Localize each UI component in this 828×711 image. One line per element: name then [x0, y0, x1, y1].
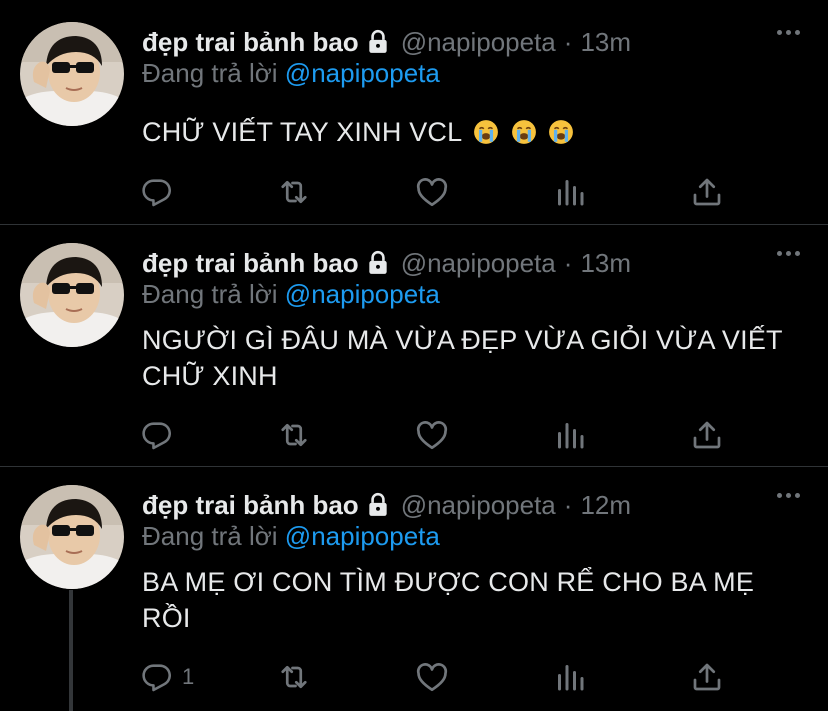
analytics-icon [552, 174, 588, 210]
reply-button[interactable] [140, 415, 182, 455]
user-handle[interactable]: @napipopeta [401, 490, 556, 521]
retweet-button[interactable] [276, 172, 312, 212]
retweet-icon [276, 174, 312, 210]
tweet-2[interactable]: đẹp trai bảnh bao @napipopeta · 13m Đang… [0, 225, 828, 465]
display-name[interactable]: đẹp trai bảnh bao [142, 490, 359, 521]
lock-icon [365, 492, 391, 518]
share-button[interactable] [689, 172, 725, 212]
share-button[interactable] [689, 415, 725, 455]
lock-icon [365, 29, 391, 55]
mention-link[interactable]: @napipopeta [285, 279, 440, 309]
tweet-text: BA MẸ ƠI CON TÌM ĐƯỢC CON RỂ CHO BA MẸ R… [142, 567, 755, 633]
timestamp[interactable]: 13m [580, 27, 631, 58]
replying-to: Đang trả lời @napipopeta [142, 279, 440, 310]
like-icon [414, 417, 450, 453]
reply-count: 1 [182, 664, 195, 689]
analytics-button[interactable] [552, 657, 588, 697]
timestamp[interactable]: 12m [580, 490, 631, 521]
share-icon [689, 174, 725, 210]
analytics-icon [552, 659, 588, 695]
like-button[interactable] [414, 172, 450, 212]
tweet-header: đẹp trai bảnh bao @napipopeta · 13m [142, 24, 631, 60]
analytics-button[interactable] [552, 415, 588, 455]
mention-link[interactable]: @napipopeta [285, 521, 440, 551]
more-icon[interactable] [777, 30, 800, 35]
display-name[interactable]: đẹp trai bảnh bao [142, 27, 359, 58]
share-button[interactable] [689, 657, 725, 697]
display-name[interactable]: đẹp trai bảnh bao [142, 248, 359, 279]
tweet-actions: 1 [0, 657, 828, 697]
more-icon[interactable] [777, 251, 800, 256]
replying-prefix: Đang trả lời [142, 58, 278, 88]
tweet-1[interactable]: đẹp trai bảnh bao @napipopeta · 13m Đang… [0, 0, 828, 224]
avatar[interactable] [20, 243, 124, 347]
like-icon [414, 659, 450, 695]
loudly-crying-face-icon [473, 118, 499, 154]
replying-prefix: Đang trả lời [142, 521, 278, 551]
share-icon [689, 417, 725, 453]
avatar[interactable] [20, 22, 124, 126]
timestamp[interactable]: 13m [580, 248, 631, 279]
mention-link[interactable]: @napipopeta [285, 58, 440, 88]
separator: · [563, 489, 573, 520]
reply-icon [140, 418, 174, 452]
more-icon[interactable] [777, 493, 800, 498]
tweet-actions [0, 415, 828, 455]
retweet-icon [276, 417, 312, 453]
tweet-text: CHỮ VIẾT TAY XINH VCL [142, 114, 802, 154]
retweet-button[interactable] [276, 415, 312, 455]
user-handle[interactable]: @napipopeta [401, 27, 556, 58]
share-icon [689, 659, 725, 695]
loudly-crying-face-icon [511, 118, 537, 154]
tweet-3[interactable]: đẹp trai bảnh bao @napipopeta · 12m Đang… [0, 467, 828, 711]
like-button[interactable] [414, 657, 450, 697]
reply-button[interactable] [140, 172, 182, 212]
tweet-text-content: CHỮ VIẾT TAY XINH VCL [142, 117, 462, 147]
retweet-button[interactable] [276, 657, 312, 697]
retweet-icon [276, 659, 312, 695]
replying-prefix: Đang trả lời [142, 279, 278, 309]
replying-to: Đang trả lời @napipopeta [142, 58, 440, 89]
separator: · [563, 26, 573, 57]
tweet-text: NGƯỜI GÌ ĐÂU MÀ VỪA ĐẸP VỪA GIỎI VỪA VIẾ… [142, 325, 783, 391]
replying-to: Đang trả lời @napipopeta [142, 521, 440, 552]
tweet-header: đẹp trai bảnh bao @napipopeta · 12m [142, 487, 631, 523]
like-button[interactable] [414, 415, 450, 455]
reply-icon [140, 175, 174, 209]
loudly-crying-face-icon [548, 118, 574, 154]
tweet-actions [0, 172, 828, 212]
user-handle[interactable]: @napipopeta [401, 248, 556, 279]
reply-icon [140, 660, 174, 694]
like-icon [414, 174, 450, 210]
reply-button[interactable]: 1 [140, 657, 194, 697]
lock-icon [365, 250, 391, 276]
avatar[interactable] [20, 485, 124, 589]
tweet-header: đẹp trai bảnh bao @napipopeta · 13m [142, 245, 631, 281]
analytics-icon [552, 417, 588, 453]
analytics-button[interactable] [552, 172, 588, 212]
separator: · [563, 247, 573, 278]
